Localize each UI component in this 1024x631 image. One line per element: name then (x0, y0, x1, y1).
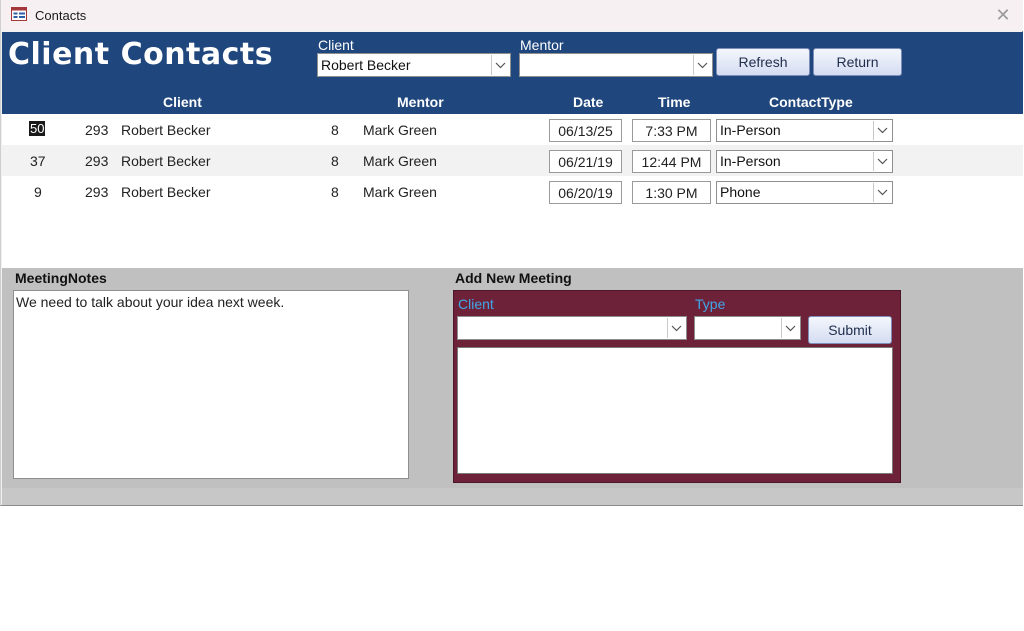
page-title: Client Contacts (8, 37, 274, 72)
form-icon (11, 7, 27, 21)
mentor-filter-label: Mentor (520, 37, 564, 53)
close-icon[interactable]: ✕ (991, 4, 1015, 26)
chevron-down-icon[interactable] (873, 183, 891, 202)
row-mentor-id: 8 (331, 184, 339, 200)
submit-button[interactable]: Submit (808, 316, 892, 344)
row-date-field[interactable]: 06/13/25 (549, 119, 622, 142)
row-time-field[interactable]: 12:44 PM (632, 150, 711, 173)
new-type-label: Type (695, 296, 726, 312)
details-section: MeetingNotes We need to talk about your … (2, 268, 1023, 488)
row-mentor-name: Mark Green (363, 184, 437, 200)
client-filter-value: Robert Becker (321, 57, 411, 73)
refresh-button[interactable]: Refresh (716, 48, 810, 76)
form-footer (2, 488, 1023, 505)
row-id[interactable]: 9 (34, 184, 42, 200)
row-id[interactable]: 37 (30, 153, 46, 169)
row-client-id: 293 (85, 153, 109, 169)
row-date-field[interactable]: 06/21/19 (549, 150, 622, 173)
new-type-combo[interactable] (694, 316, 801, 340)
chevron-down-icon[interactable] (693, 55, 711, 75)
chevron-down-icon[interactable] (781, 318, 799, 338)
chevron-down-icon[interactable] (873, 121, 891, 140)
new-client-combo[interactable] (457, 316, 687, 340)
column-header-time: Time (658, 94, 691, 110)
row-client-name: Robert Becker (121, 153, 211, 169)
row-time-field[interactable]: 1:30 PM (632, 181, 711, 204)
client-filter-combo[interactable]: Robert Becker (317, 53, 511, 77)
row-id[interactable]: 50 (29, 121, 46, 136)
row-client-id: 293 (85, 122, 109, 138)
mentor-filter-combo[interactable] (519, 53, 713, 77)
return-button[interactable]: Return (813, 48, 902, 76)
column-header-date: Date (573, 94, 604, 110)
table-row[interactable]: 9 293 Robert Becker 8 Mark Green 06/20/1… (2, 176, 1023, 207)
chevron-down-icon[interactable] (667, 318, 685, 338)
row-contacttype-combo[interactable]: In-Person (716, 119, 893, 142)
contacts-list: 50 293 Robert Becker 8 Mark Green 06/13/… (2, 114, 1023, 268)
column-header-contacttype: ContactType (769, 94, 853, 110)
add-new-meeting-label: Add New Meeting (455, 270, 572, 286)
chevron-down-icon[interactable] (873, 152, 891, 171)
row-contacttype-value: Phone (720, 184, 761, 200)
meeting-notes-label: MeetingNotes (15, 270, 107, 286)
table-row[interactable]: 37 293 Robert Becker 8 Mark Green 06/21/… (2, 145, 1023, 176)
row-mentor-name: Mark Green (363, 153, 437, 169)
row-client-id: 293 (85, 184, 109, 200)
row-mentor-id: 8 (331, 153, 339, 169)
meeting-notes-textarea[interactable]: We need to talk about your idea next wee… (13, 290, 409, 479)
new-meeting-notes-textarea[interactable] (457, 347, 893, 474)
add-meeting-panel: Client Type Submit (453, 290, 901, 483)
header-band: Client Contacts Client Robert Becker Men… (2, 32, 1023, 114)
title-bar: Contacts ✕ (1, 0, 1023, 31)
row-contacttype-value: In-Person (720, 153, 781, 169)
column-header-client: Client (163, 94, 202, 110)
contacts-window: Contacts ✕ Client Contacts Client Robert… (0, 0, 1023, 506)
row-date-field[interactable]: 06/20/19 (549, 181, 622, 204)
row-client-name: Robert Becker (121, 122, 211, 138)
row-mentor-id: 8 (331, 122, 339, 138)
row-time-field[interactable]: 7:33 PM (632, 119, 711, 142)
row-contacttype-combo[interactable]: Phone (716, 181, 893, 204)
client-filter-label: Client (318, 37, 354, 53)
row-mentor-name: Mark Green (363, 122, 437, 138)
new-client-label: Client (458, 296, 494, 312)
row-contacttype-value: In-Person (720, 122, 781, 138)
window-title: Contacts (35, 8, 87, 23)
row-client-name: Robert Becker (121, 184, 211, 200)
column-header-mentor: Mentor (397, 94, 444, 110)
row-contacttype-combo[interactable]: In-Person (716, 150, 893, 173)
chevron-down-icon[interactable] (491, 55, 509, 75)
table-row[interactable]: 50 293 Robert Becker 8 Mark Green 06/13/… (2, 114, 1023, 145)
